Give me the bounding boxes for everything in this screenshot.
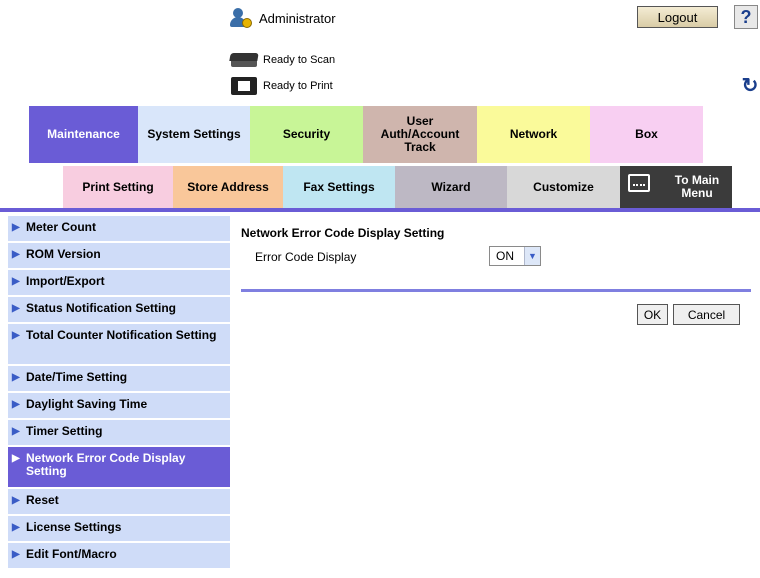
ok-button[interactable]: OK [637,304,668,325]
tab-wizard[interactable]: Wizard [395,166,507,208]
tab-box[interactable]: Box [590,106,703,163]
sidebar-item-daylight-saving[interactable]: ▶ Daylight Saving Time [8,393,230,418]
print-status: Ready to Print [229,74,333,98]
tab-system-settings[interactable]: System Settings [138,106,250,163]
sidebar-item-label: Status Notification Setting [26,301,176,315]
sidebar-item-import-export[interactable]: ▶ Import/Export [8,270,230,295]
sub-tab-bar: Print Setting Store Address Fax Settings… [63,166,732,208]
scan-status: Ready to Scan [229,48,335,72]
tab-customize[interactable]: Customize [507,166,620,208]
sidebar-item-date-time[interactable]: ▶ Date/Time Setting [8,366,230,391]
arrow-right-icon: ▶ [12,495,20,506]
sidebar-item-status-notification[interactable]: ▶ Status Notification Setting [8,297,230,322]
sidebar-item-license-settings[interactable]: ▶ License Settings [8,516,230,541]
sidebar-item-label: Network Error Code Display Setting [26,451,186,478]
administrator-icon [229,7,253,29]
chevron-down-icon[interactable]: ▼ [524,247,540,265]
sidebar-item-label: Daylight Saving Time [26,397,148,411]
scan-status-text: Ready to Scan [263,54,336,66]
arrow-right-icon: ▶ [12,549,20,560]
tab-print-setting[interactable]: Print Setting [63,166,173,208]
arrow-right-icon: ▶ [12,249,20,260]
arrow-right-icon: ▶ [12,330,20,341]
help-icon[interactable]: ? [734,5,758,29]
sidebar-item-rom-version[interactable]: ▶ ROM Version [8,243,230,268]
tab-security[interactable]: Security [250,106,363,163]
arrow-right-icon: ▶ [12,522,20,533]
error-code-display-select[interactable]: ON ▼ [489,246,541,266]
tab-user-auth-account-track[interactable]: User Auth/Account Track [363,106,477,163]
error-code-display-label: Error Code Display [255,250,357,264]
user-label: Administrator [259,10,336,26]
main-tab-bar: Maintenance System Settings Security Use… [29,106,703,163]
sidebar-item-meter-count[interactable]: ▶ Meter Count [8,216,230,241]
to-main-menu-label: To Main Menu [674,173,720,200]
printer-icon [229,75,259,97]
logout-button[interactable]: Logout [637,6,718,28]
arrow-right-icon: ▶ [12,453,20,464]
arrow-right-icon: ▶ [12,372,20,383]
print-status-text: Ready to Print [263,80,333,92]
tab-maintenance[interactable]: Maintenance [29,106,138,163]
tab-store-address[interactable]: Store Address [173,166,283,208]
sidebar-item-label: Import/Export [26,274,105,288]
arrow-right-icon: ▶ [12,222,20,233]
sidebar-item-label: Timer Setting [26,424,103,438]
sidebar-item-label: Edit Font/Macro [26,547,117,561]
sidebar: ▶ Meter Count ▶ ROM Version ▶ Import/Exp… [8,216,230,570]
sidebar-item-label: Total Counter Notification Setting [26,328,217,342]
sidebar-item-edit-font-macro[interactable]: ▶ Edit Font/Macro [8,543,230,568]
sidebar-item-timer-setting[interactable]: ▶ Timer Setting [8,420,230,445]
sidebar-item-reset[interactable]: ▶ Reset [8,489,230,514]
user-indicator: Administrator [229,6,336,30]
arrow-right-icon: ▶ [12,399,20,410]
sidebar-item-total-counter-notification[interactable]: ▶ Total Counter Notification Setting [8,324,230,364]
sidebar-item-label: License Settings [26,520,122,534]
tab-fax-settings[interactable]: Fax Settings [283,166,395,208]
arrow-right-icon: ▶ [12,276,20,287]
select-value: ON [496,249,514,263]
scanner-icon [229,51,259,69]
sidebar-item-label: Meter Count [26,220,96,234]
arrow-right-icon: ▶ [12,303,20,314]
divider [0,208,760,212]
arrow-right-icon: ▶ [12,426,20,437]
sidebar-item-label: ROM Version [26,247,101,261]
sidebar-item-network-error-code[interactable]: ▶ Network Error Code Display Setting [8,447,230,487]
content-divider [241,289,751,292]
refresh-icon[interactable]: ↻ [740,76,760,96]
to-main-menu-button[interactable]: To Main Menu [620,166,732,208]
sidebar-item-label: Reset [26,493,59,507]
cancel-button[interactable]: Cancel [673,304,740,325]
page-title: Network Error Code Display Setting [241,226,445,240]
main-menu-icon [628,174,650,192]
sidebar-item-label: Date/Time Setting [26,370,128,384]
tab-network[interactable]: Network [477,106,590,163]
